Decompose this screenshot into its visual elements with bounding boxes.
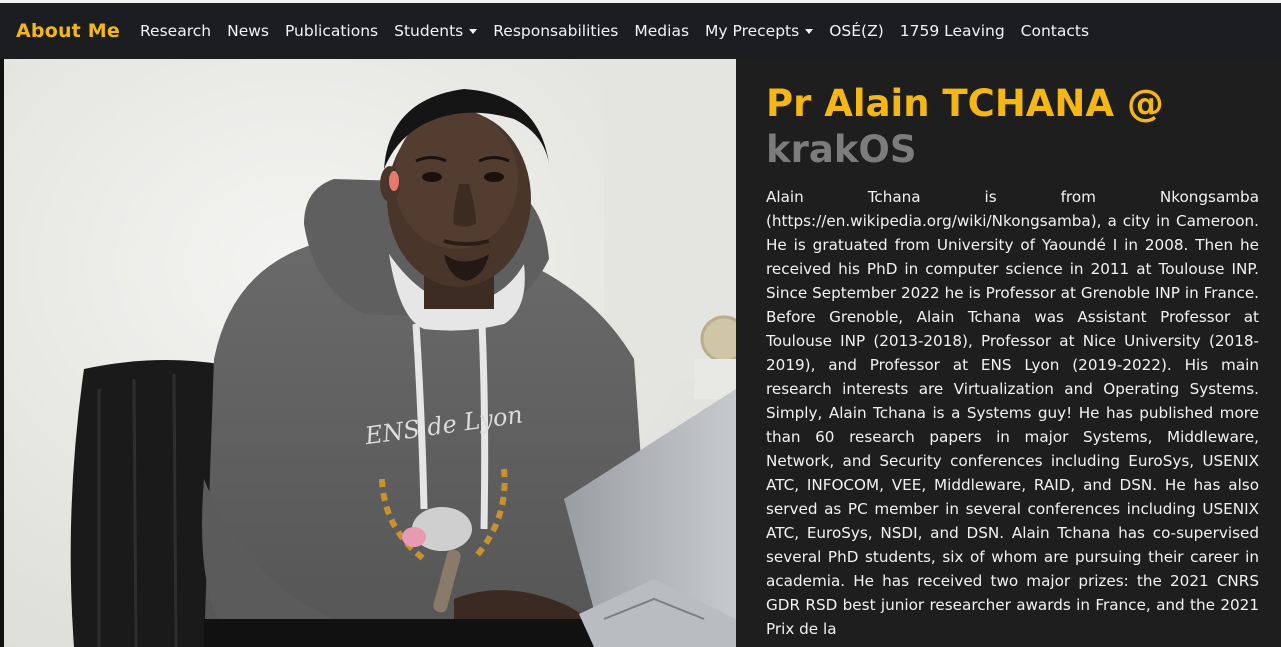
brand-link[interactable]: About Me — [16, 20, 120, 42]
top-navbar: About Me Research News Publications Stud… — [0, 0, 1281, 59]
nav-responsabilities-label: Responsabilities — [493, 22, 619, 40]
profile-photo-illustration: ENS de Lyon — [4, 59, 736, 647]
about-panel: Pr Alain TCHANA @ krakOS Alain Tchana is… — [736, 59, 1281, 647]
caret-down-icon — [805, 28, 814, 34]
nav-publications-label: Publications — [284, 22, 379, 40]
title-team: krakOS — [766, 128, 917, 171]
nav-news[interactable]: News — [227, 22, 269, 40]
nav-osez[interactable]: OSÉ(Z) — [829, 22, 884, 40]
nav-my-precepts-label: My Precepts — [705, 22, 800, 40]
nav-responsabilities[interactable]: Responsabilities — [493, 22, 618, 40]
nav-research[interactable]: Research — [140, 22, 211, 40]
nav-contacts[interactable]: Contacts — [1021, 22, 1089, 40]
nav-osez-label: OSÉ(Z) — [829, 22, 884, 40]
title-name: Pr Alain TCHANA @ — [766, 82, 1164, 125]
nav-students-dropdown[interactable]: Students — [394, 22, 478, 40]
nav-students-label: Students — [394, 22, 464, 40]
biography-text: Alain Tchana is from Nkongsamba (https:/… — [766, 188, 1259, 638]
caret-down-icon — [469, 28, 478, 34]
nav-publications[interactable]: Publications — [285, 22, 378, 40]
page-title: Pr Alain TCHANA @ krakOS — [766, 81, 1266, 173]
nav-1759-leaving-label: 1759 Leaving — [899, 22, 1005, 40]
nav-news-label: News — [227, 22, 269, 40]
nav-medias[interactable]: Medias — [634, 22, 689, 40]
nav-1759-leaving[interactable]: 1759 Leaving — [900, 22, 1005, 40]
nav-research-label: Research — [139, 22, 212, 40]
profile-photo: ENS de Lyon — [4, 59, 736, 647]
nav-medias-label: Medias — [634, 22, 690, 40]
nav-contacts-label: Contacts — [1020, 22, 1090, 40]
nav-my-precepts-dropdown[interactable]: My Precepts — [705, 22, 814, 40]
